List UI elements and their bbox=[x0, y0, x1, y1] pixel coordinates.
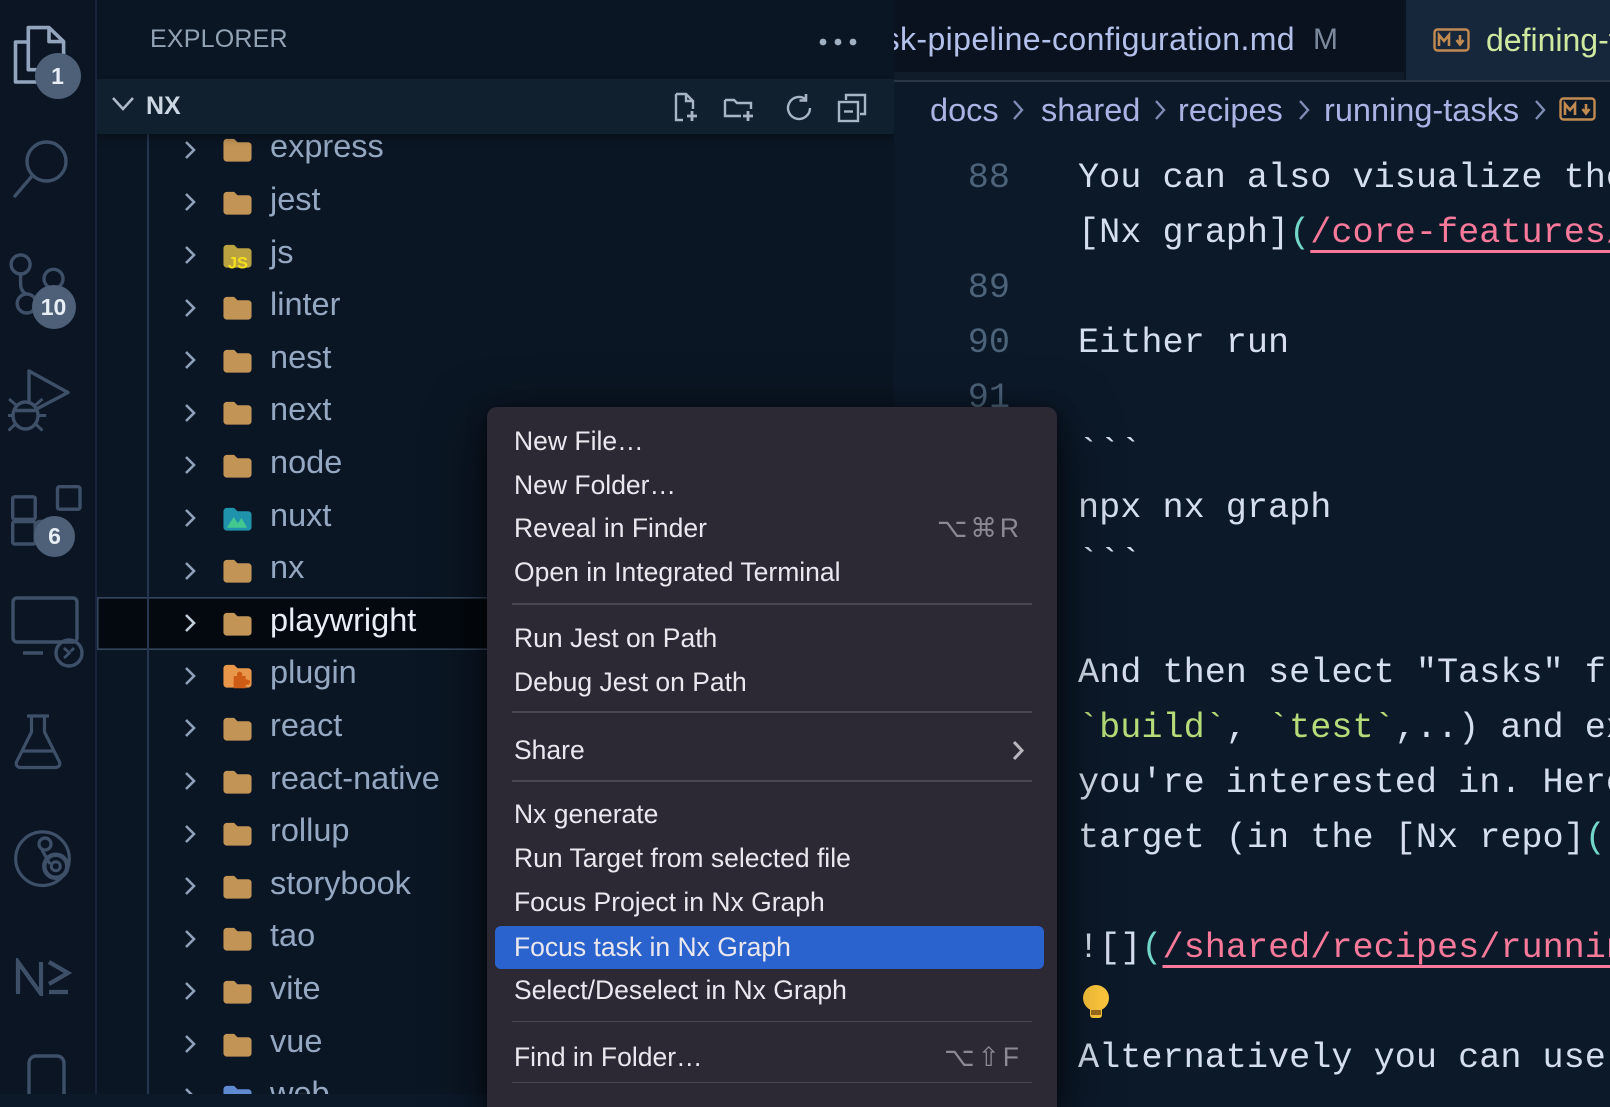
svg-text:JS: JS bbox=[228, 254, 248, 268]
